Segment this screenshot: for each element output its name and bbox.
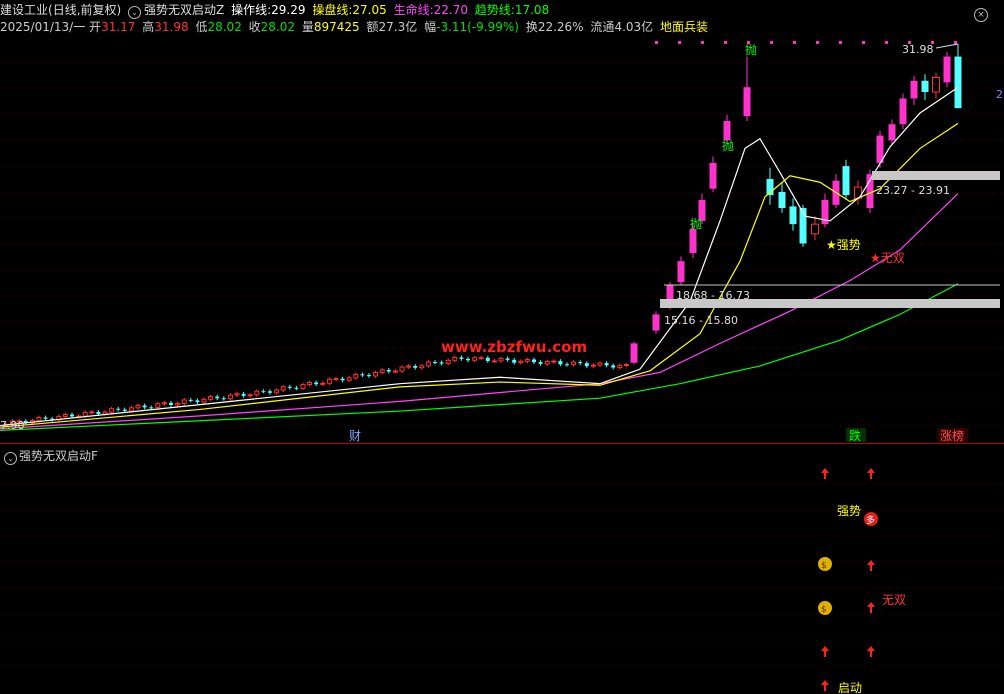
quote-date: 2025/01/13/一 bbox=[0, 20, 86, 34]
zone-upper-label: 23.27 - 23.91 bbox=[876, 184, 950, 197]
change-value: -3.11(-9.99%) bbox=[436, 20, 519, 34]
money-bag-icon: $ bbox=[818, 557, 832, 571]
zone-low-bar bbox=[660, 299, 1000, 308]
right-edge-label: 2 bbox=[996, 88, 1003, 101]
money-bag-icon: $ bbox=[818, 601, 832, 615]
turnover-value: 22.26% bbox=[537, 20, 584, 34]
chart-header: 建设工业(日线,前复权) ⌄ 强势无双启动Z 操作线:29.29 操盘线:27.0… bbox=[0, 2, 552, 19]
zone-low-label: 15.16 - 15.80 bbox=[664, 314, 738, 327]
pane-divider[interactable] bbox=[0, 443, 1004, 444]
sell-signal-1: 抛 bbox=[745, 42, 757, 57]
open-label: 开 bbox=[89, 20, 102, 34]
chart-mode[interactable]: (日线,前复权) bbox=[48, 3, 121, 17]
life-line-value: 22.70 bbox=[433, 3, 468, 17]
trend-line-value: 17.08 bbox=[514, 3, 550, 17]
wushuang-signal-label: ★无双 bbox=[870, 251, 905, 265]
life-line-label: 生命线: bbox=[393, 3, 434, 17]
change-label: 幅 bbox=[424, 20, 437, 34]
stock-name[interactable]: 建设工业 bbox=[0, 3, 48, 17]
strong-label: 强势 bbox=[837, 504, 861, 518]
operate-line-label: 操作线: bbox=[231, 3, 272, 17]
amount-value: 27.3亿 bbox=[378, 20, 418, 34]
sub-indicator-title[interactable]: 强势无双启动F bbox=[19, 449, 98, 463]
low-price-label: 7.90 bbox=[0, 419, 25, 432]
operate-line bbox=[0, 86, 959, 427]
zone-upper-bar bbox=[872, 171, 1000, 180]
low-value: 28.02 bbox=[207, 20, 242, 34]
high-price-pointer bbox=[935, 43, 959, 49]
strong-signal-label: ★强势 bbox=[826, 238, 861, 252]
close-icon[interactable]: × bbox=[974, 8, 988, 22]
low-label: 低 bbox=[195, 20, 208, 34]
svg-text:$: $ bbox=[821, 605, 827, 615]
sub-indicator-pane[interactable]: $ $ 多 强势 无双 启动 bbox=[0, 462, 1004, 694]
quote-bar: 2025/01/13/一 开31.17 高31.98 低28.02 收28.02… bbox=[0, 19, 711, 35]
trade-line bbox=[0, 122, 959, 428]
signal-arrows bbox=[821, 468, 875, 691]
sell-signal-2: 抛 bbox=[722, 138, 734, 153]
trend-line-label: 趋势线: bbox=[474, 3, 515, 17]
float-value: 4.03亿 bbox=[614, 20, 654, 34]
finance-marker[interactable]: 财 bbox=[349, 429, 361, 442]
operate-line-value: 29.29 bbox=[271, 3, 306, 17]
candles bbox=[3, 44, 962, 428]
open-value: 31.17 bbox=[101, 20, 136, 34]
high-price-label: 31.98 bbox=[902, 43, 934, 56]
high-value: 31.98 bbox=[154, 20, 189, 34]
volume-value: 897425 bbox=[313, 20, 360, 34]
wushuang-label: 无双 bbox=[882, 593, 906, 607]
high-label: 高 bbox=[142, 20, 155, 34]
dropdown-icon[interactable]: ⌄ bbox=[128, 6, 142, 19]
svg-text:多: 多 bbox=[866, 514, 875, 526]
float-label: 流通 bbox=[590, 20, 615, 34]
close-label: 收 bbox=[248, 20, 261, 34]
turnover-label: 换 bbox=[525, 20, 538, 34]
fall-marker[interactable]: 跌 bbox=[849, 428, 861, 442]
candlestick-chart[interactable]: 23.27 - 23.91 18.68 - 16.73 15.16 - 15.8… bbox=[0, 38, 1004, 442]
rank-marker[interactable]: 涨榜 bbox=[940, 428, 964, 442]
indicator-name[interactable]: 强势无双启动Z bbox=[144, 3, 224, 17]
trade-line-value: 27.05 bbox=[352, 3, 387, 17]
volume-label: 量 bbox=[301, 20, 314, 34]
qidong-label: 启动 bbox=[838, 681, 862, 694]
svg-text:$: $ bbox=[821, 561, 827, 571]
sector-tag[interactable]: 地面兵装 bbox=[660, 20, 708, 34]
sell-signal-3: 抛 bbox=[690, 216, 702, 231]
trade-line-label: 操盘线: bbox=[312, 3, 353, 17]
watermark: www.zbzfwu.com bbox=[441, 338, 587, 356]
signal-badge-icon: 多 bbox=[864, 512, 878, 526]
amount-label: 额 bbox=[366, 20, 379, 34]
close-value: 28.02 bbox=[260, 20, 296, 34]
